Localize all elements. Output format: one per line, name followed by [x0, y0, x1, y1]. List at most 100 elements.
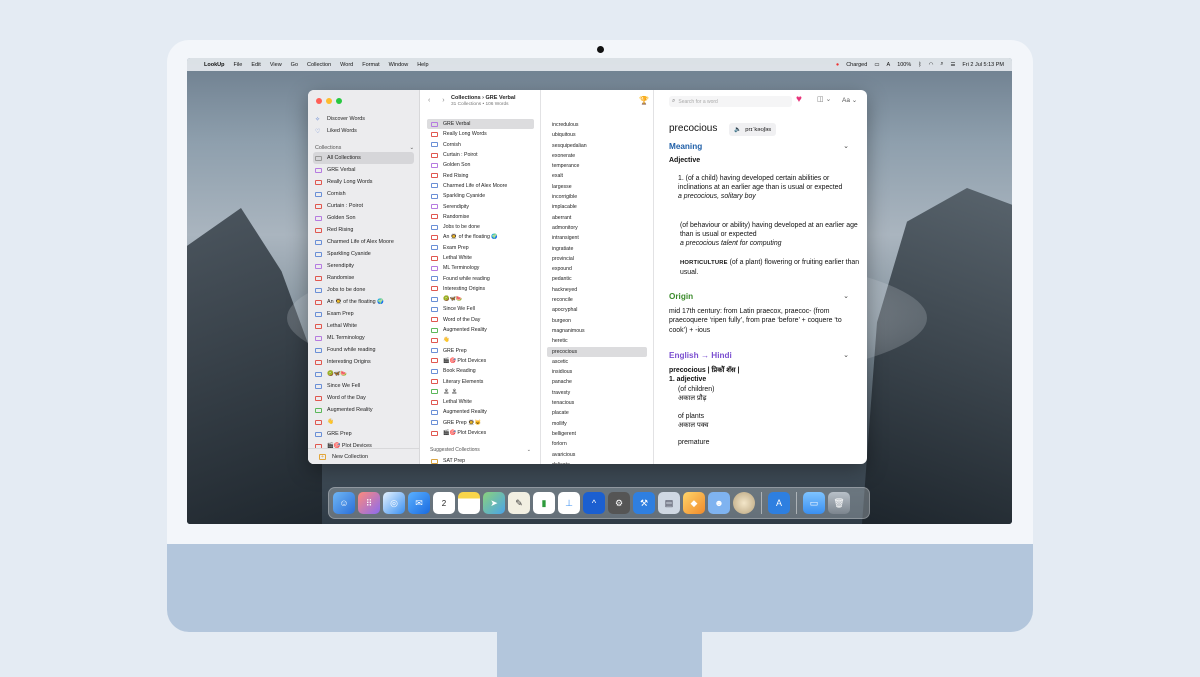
- minimize-button[interactable]: [326, 98, 332, 104]
- word-list-item[interactable]: incorrigible: [547, 192, 647, 202]
- bluetooth-icon[interactable]: ᛒ: [918, 62, 921, 68]
- collection-list-item[interactable]: 👋: [427, 335, 534, 345]
- collection-list-item[interactable]: 🥝🦋🍉: [427, 294, 534, 304]
- battery-percent[interactable]: 100%: [897, 62, 911, 68]
- control-center-icon[interactable]: ☰: [950, 62, 955, 68]
- sidebar-collection-item[interactable]: Found while reading: [313, 344, 414, 356]
- pencil-app-icon[interactable]: ✎: [508, 492, 530, 514]
- keynote-icon[interactable]: ⊥: [558, 492, 580, 514]
- close-button[interactable]: [316, 98, 322, 104]
- collection-list-item[interactable]: Lethal White: [427, 253, 534, 263]
- word-list-item[interactable]: ascetic: [547, 357, 647, 367]
- xcode-icon[interactable]: ⚒: [633, 492, 655, 514]
- sidebar-collection-item[interactable]: Since We Fell: [313, 380, 414, 392]
- sidebar-collection-item[interactable]: Serendipity: [313, 260, 414, 272]
- sidebar-collection-item[interactable]: 👋: [313, 416, 414, 428]
- collection-list-item[interactable]: 🎬🎯 Plot Devices: [427, 356, 534, 366]
- collection-list-item[interactable]: Literary Elements: [427, 376, 534, 386]
- sidebar-collection-item[interactable]: Golden Son: [313, 212, 414, 224]
- word-list-item[interactable]: implacable: [547, 202, 647, 212]
- sidebar-collection-item[interactable]: Lethal White: [313, 320, 414, 332]
- heart-icon[interactable]: ♥: [796, 94, 802, 105]
- collection-list-item[interactable]: Found while reading: [427, 273, 534, 283]
- sidebar-collection-item[interactable]: Charmed Life of Alex Moore: [313, 236, 414, 248]
- sidebar-collection-item[interactable]: Jobs to be done: [313, 284, 414, 296]
- notes-icon[interactable]: [458, 492, 480, 514]
- menu-format[interactable]: Format: [362, 62, 379, 68]
- menu-app[interactable]: LookUp: [204, 62, 224, 68]
- word-list-item[interactable]: heretic: [547, 336, 647, 346]
- menu-collection[interactable]: Collection: [307, 62, 331, 68]
- font-size-button[interactable]: Aa ⌄: [842, 96, 857, 104]
- sidebar-collection-item[interactable]: All Collections: [313, 152, 414, 164]
- app-store-icon[interactable]: A: [768, 492, 790, 514]
- word-list-item[interactable]: largesse: [547, 182, 647, 192]
- word-list-item[interactable]: apocryphal: [547, 305, 647, 315]
- chevron-down-icon[interactable]: ⌄: [843, 351, 849, 359]
- sketch-icon[interactable]: ◆: [683, 492, 705, 514]
- search-input[interactable]: ⌕ Search for a word: [669, 96, 792, 107]
- maps-icon[interactable]: ➤: [483, 492, 505, 514]
- sidebar-collection-item[interactable]: Red Rising: [313, 224, 414, 236]
- word-list-item[interactable]: exalt: [547, 171, 647, 181]
- word-list-item[interactable]: insidious: [547, 367, 647, 377]
- word-list-item[interactable]: avaricious: [547, 450, 647, 460]
- word-list-item[interactable]: magnanimous: [547, 326, 647, 336]
- new-collection-button[interactable]: + New Collection: [308, 448, 419, 464]
- calendar-icon[interactable]: 2: [433, 492, 455, 514]
- word-list-item[interactable]: incredulous: [547, 120, 647, 130]
- search-icon[interactable]: ⌕: [940, 61, 943, 68]
- trash-icon[interactable]: 🗑: [828, 492, 850, 514]
- finder-icon[interactable]: ☺: [333, 492, 355, 514]
- sidebar-collection-item[interactable]: Exam Prep: [313, 308, 414, 320]
- wifi-icon[interactable]: ◠: [929, 62, 934, 68]
- word-list-item[interactable]: hackneyed: [547, 285, 647, 295]
- downloads-folder-icon[interactable]: ▭: [803, 492, 825, 514]
- collection-list-item[interactable]: Augmented Reality: [427, 407, 534, 417]
- sidebar-collection-item[interactable]: An 👨‍🚀 of the floating 🌍: [313, 296, 414, 308]
- word-list-item[interactable]: forlorn: [547, 439, 647, 449]
- clock[interactable]: Fri 2 Jul 5:13 PM: [962, 62, 1004, 68]
- word-list-item[interactable]: panache: [547, 377, 647, 387]
- battery-charged-label[interactable]: Charged: [846, 62, 867, 68]
- system-preferences-icon[interactable]: ⚙: [608, 492, 630, 514]
- collection-list-item[interactable]: Exam Prep: [427, 243, 534, 253]
- collection-list-item[interactable]: 🏝 🏝: [427, 387, 534, 397]
- collection-list-item[interactable]: Randomise: [427, 212, 534, 222]
- word-list-item[interactable]: belligerent: [547, 429, 647, 439]
- word-list-item[interactable]: delicate: [547, 460, 647, 464]
- numbers-icon[interactable]: ▮: [533, 492, 555, 514]
- bag-icon[interactable]: ◫ ⌄: [817, 95, 831, 103]
- back-forward-icon[interactable]: ‹ ›: [428, 97, 450, 104]
- menu-word[interactable]: Word: [340, 62, 353, 68]
- mail-icon[interactable]: ✉: [408, 492, 430, 514]
- sidebar-item-liked[interactable]: ♡ Liked Words: [313, 125, 414, 137]
- menu-edit[interactable]: Edit: [251, 62, 260, 68]
- collection-list-item[interactable]: Serendipity: [427, 201, 534, 211]
- word-list-item[interactable]: ubiquitous: [547, 130, 647, 140]
- preview-icon[interactable]: ▤: [658, 492, 680, 514]
- word-list-item[interactable]: pedantic: [547, 274, 647, 284]
- word-list-item[interactable]: exonerate: [547, 151, 647, 161]
- word-list-item[interactable]: provincial: [547, 254, 647, 264]
- collection-list-item[interactable]: Book Reading: [427, 366, 534, 376]
- word-list-item[interactable]: expound: [547, 264, 647, 274]
- lookup-egg-icon[interactable]: [733, 492, 755, 514]
- sidebar-collection-item[interactable]: Cornish: [313, 188, 414, 200]
- word-list-item[interactable]: precocious: [547, 346, 647, 357]
- chevron-down-icon[interactable]: ⌄: [527, 447, 531, 453]
- collection-list-item[interactable]: Cornish: [427, 140, 534, 150]
- menu-window[interactable]: Window: [389, 62, 409, 68]
- collection-list-item[interactable]: 🎬🎯 Plot Devices: [427, 428, 534, 438]
- sidebar-collection-item[interactable]: Augmented Reality: [313, 404, 414, 416]
- sidebar-collection-item[interactable]: Word of the Day: [313, 392, 414, 404]
- collection-list-item[interactable]: GRE Verbal: [427, 119, 534, 130]
- sidebar-collection-item[interactable]: Sparkling Cyanide: [313, 248, 414, 260]
- safari-icon[interactable]: ◎: [383, 492, 405, 514]
- collection-list-item[interactable]: An 👨‍🚀 of the floating 🌍: [427, 232, 534, 242]
- word-list-item[interactable]: temperance: [547, 161, 647, 171]
- suggested-collections-header[interactable]: Suggested Collections ⌄: [430, 447, 531, 453]
- input-icon[interactable]: A: [887, 62, 891, 68]
- word-list-item[interactable]: sesquipedalian: [547, 141, 647, 151]
- collection-list-item[interactable]: GRE Prep: [427, 346, 534, 356]
